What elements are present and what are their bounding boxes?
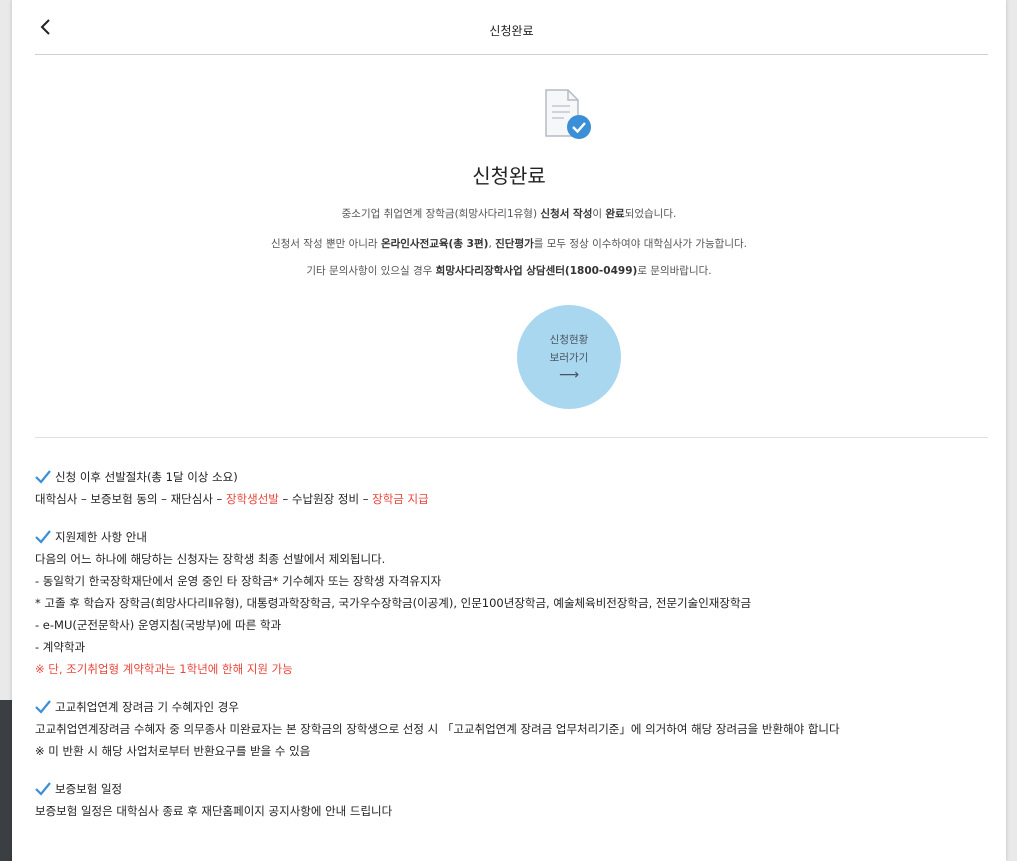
section-heading: 신청 이후 선발절차(총 1달 이상 소요) bbox=[55, 470, 238, 484]
restriction-note: ※ 단, 조기취업형 계약학과는 1학년에 한해 지원 가능 bbox=[35, 662, 293, 676]
section-high-school-incentive: 고교취업연계 장려금 기 수혜자인 경우 고교취업연계장려금 수혜자 중 의무종… bbox=[35, 696, 996, 762]
view-status-button[interactable]: 신청현황 보러가기 ⟶ bbox=[517, 305, 621, 409]
restriction-line: - e-MU(군전문학사) 운영지침(국방부)에 따른 학과 bbox=[35, 618, 282, 632]
section-heading: 지원제한 사항 안내 bbox=[55, 530, 147, 544]
section-restrictions: 지원제한 사항 안내 다음의 어느 하나에 해당하는 신청자는 장학생 최종 선… bbox=[35, 526, 996, 680]
checkmark-icon bbox=[35, 700, 51, 714]
page-title: 신청완료 bbox=[489, 24, 534, 38]
incentive-line: 고교취업연계장려금 수혜자 중 의무종사 미완료자는 본 장학금의 장학생으로 … bbox=[35, 722, 840, 736]
selection-steps: 대학심사 – 보증보험 동의 – 재단심사 – 장학생선발 – 수납원장 정비 … bbox=[35, 492, 429, 506]
checkmark-icon bbox=[35, 470, 51, 484]
section-selection-process: 신청 이후 선발절차(총 1달 이상 소요) 대학심사 – 보증보험 동의 – … bbox=[35, 466, 996, 510]
header: 신청완료 bbox=[35, 0, 988, 55]
complete-title: 신청완료 bbox=[472, 164, 546, 188]
restriction-line: - 동일학기 한국장학재단에서 운영 중인 타 장학금* 기수혜자 또는 장학생… bbox=[35, 574, 442, 588]
restriction-line: * 고졸 후 학습자 장학금(희망사다리Ⅱ유형), 대통령과학장학금, 국가우수… bbox=[35, 596, 752, 610]
arrow-right-icon: ⟶ bbox=[558, 367, 580, 383]
incentive-line: ※ 미 반환 시 해당 사업처로부터 반환요구를 받을 수 있음 bbox=[35, 744, 311, 758]
checkmark-icon bbox=[35, 530, 51, 544]
view-status-label-2: 보러가기 bbox=[549, 352, 589, 364]
application-complete-panel: 신청완료 신청완료 중소기업 취업연계 장학금(희망사다리1유형) 신청서 작성… bbox=[12, 0, 1006, 861]
section-heading: 보증보험 일정 bbox=[55, 782, 123, 796]
complete-message-3: 기타 문의사항이 있으실 경우 희망사다리장학사업 상담센터(1800-0499… bbox=[306, 265, 712, 277]
complete-message-2: 신청서 작성 뿐만 아니라 온라인사전교육(총 3편), 진단평가를 모두 정상… bbox=[270, 238, 747, 250]
insurance-line: 보증보험 일정은 대학심사 종료 후 재단홈페이지 공지사항에 안내 드립니다 bbox=[35, 804, 393, 818]
view-status-label-1: 신청현황 bbox=[549, 334, 589, 346]
restriction-line: - 계약학과 bbox=[35, 640, 86, 654]
section-heading: 고교취업연계 장려금 기 수혜자인 경우 bbox=[55, 700, 239, 714]
checkmark-icon bbox=[35, 782, 51, 796]
section-guarantee-insurance: 보증보험 일정 보증보험 일정은 대학심사 종료 후 재단홈페이지 공지사항에 … bbox=[35, 778, 996, 822]
document-check-icon bbox=[545, 89, 591, 139]
divider bbox=[35, 437, 988, 438]
guide-content: 신청 이후 선발절차(총 1달 이상 소요) 대학심사 – 보증보험 동의 – … bbox=[35, 466, 996, 838]
complete-message-1: 중소기업 취업연계 장학금(희망사다리1유형) 신청서 작성이 완료되었습니다. bbox=[341, 208, 677, 220]
restriction-line: 다음의 어느 하나에 해당하는 신청자는 장학생 최종 선발에서 제외됩니다. bbox=[35, 552, 386, 566]
